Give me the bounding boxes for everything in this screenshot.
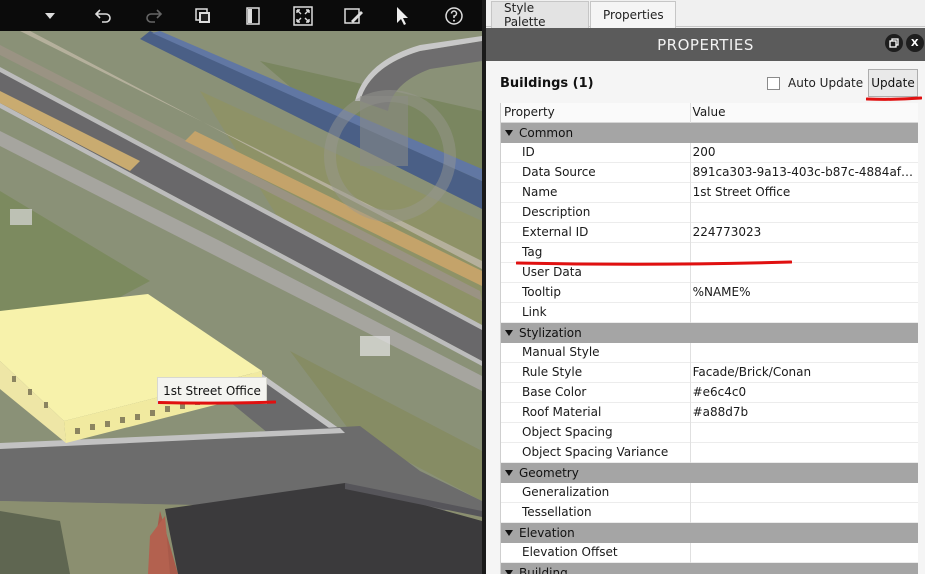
property-name: Manual Style <box>501 343 691 363</box>
property-row-tessellation[interactable]: Tessellation <box>501 503 918 523</box>
property-name: Tooltip <box>501 283 691 303</box>
property-name: Description <box>501 203 691 223</box>
map-viewport[interactable]: 1st Street Office <box>0 0 482 574</box>
property-value[interactable]: %NAME% <box>691 283 918 303</box>
collapse-triangle-icon[interactable] <box>505 330 513 336</box>
update-button[interactable]: Update <box>868 69 918 97</box>
checkbox-box[interactable] <box>767 76 780 90</box>
property-row-tooltip[interactable]: Tooltip %NAME% <box>501 283 918 303</box>
category-label: Building <box>519 566 568 574</box>
property-name: External ID <box>501 223 691 243</box>
category-stylization[interactable]: Stylization <box>501 323 918 343</box>
property-value[interactable] <box>691 483 918 503</box>
auto-update-checkbox[interactable]: Auto Update <box>767 76 863 90</box>
property-row-link[interactable]: Link <box>501 303 918 323</box>
edit-shape-icon[interactable] <box>341 3 367 29</box>
category-label: Geometry <box>519 466 579 480</box>
property-row-rule-style[interactable]: Rule Style Facade/Brick/Conan <box>501 363 918 383</box>
property-name: Link <box>501 303 691 323</box>
help-icon[interactable] <box>441 3 467 29</box>
category-geometry[interactable]: Geometry <box>501 463 918 483</box>
properties-panel: Style Palette Properties PROPERTIES X Bu… <box>486 0 925 574</box>
scene-3d[interactable] <box>0 31 482 574</box>
property-value[interactable] <box>691 303 918 323</box>
category-elevation[interactable]: Elevation <box>501 523 918 543</box>
property-row-roof-material[interactable]: Roof Material #a88d7b <box>501 403 918 423</box>
category-label: Common <box>519 126 574 140</box>
panel-title: PROPERTIES <box>657 35 754 54</box>
property-value[interactable] <box>691 343 918 363</box>
property-name: Tessellation <box>501 503 691 523</box>
property-row-manual-style[interactable]: Manual Style <box>501 343 918 363</box>
copy-icon[interactable] <box>190 3 216 29</box>
select-pointer-icon[interactable] <box>390 3 416 29</box>
annotation-underline <box>516 260 792 266</box>
property-value[interactable]: #a88d7b <box>691 403 918 423</box>
property-row-external-id[interactable]: External ID 224773023 <box>501 223 918 243</box>
property-value[interactable] <box>691 443 918 463</box>
fit-extent-icon[interactable] <box>290 3 316 29</box>
property-value[interactable]: #e6c4c0 <box>691 383 918 403</box>
grid-rows: Common ID 200 Data Source 891ca303-9a13-403c… <box>501 123 918 574</box>
property-value[interactable] <box>691 423 918 443</box>
property-row-object-spacing-variance[interactable]: Object Spacing Variance <box>501 443 918 463</box>
property-row-data-source[interactable]: Data Source 891ca303-9a13-403c-b87c-4884a… <box>501 163 918 183</box>
property-name: Roof Material <box>501 403 691 423</box>
property-name: Elevation Offset <box>501 543 691 563</box>
collapse-triangle-icon[interactable] <box>505 130 513 136</box>
property-name: Base Color <box>501 383 691 403</box>
property-name: Generalization <box>501 483 691 503</box>
panel-body: Buildings (1) Auto Update Update Propert… <box>486 61 925 574</box>
property-name: Rule Style <box>501 363 691 383</box>
property-value[interactable] <box>691 543 918 563</box>
viewport-toolbar <box>0 0 482 31</box>
property-value[interactable]: 891ca303-9a13-403c-b87c-4884af64... <box>691 163 918 183</box>
category-label: Elevation <box>519 526 575 540</box>
property-row-description[interactable]: Description <box>501 203 918 223</box>
tab-bar: Style Palette Properties <box>486 0 925 29</box>
property-name: Object Spacing <box>501 423 691 443</box>
property-row-id[interactable]: ID 200 <box>501 143 918 163</box>
property-row-name[interactable]: Name 1st Street Office <box>501 183 918 203</box>
close-icon[interactable]: X <box>906 34 924 52</box>
property-row-elevation-offset[interactable]: Elevation Offset <box>501 543 918 563</box>
category-building[interactable]: Building <box>501 563 918 574</box>
property-name: Object Spacing Variance <box>501 443 691 463</box>
annotation-underline <box>866 96 922 101</box>
property-row-object-spacing[interactable]: Object Spacing <box>501 423 918 443</box>
collapse-triangle-icon[interactable] <box>505 470 513 476</box>
property-name: Name <box>501 183 691 203</box>
undo-icon[interactable] <box>90 3 116 29</box>
property-value[interactable]: 1st Street Office <box>691 183 918 203</box>
dropdown-arrow-icon[interactable] <box>37 3 63 29</box>
property-grid: Property Value Common ID 200 Data Source 891… <box>500 103 918 574</box>
column-header-value[interactable]: Value <box>691 103 918 123</box>
property-value[interactable]: 200 <box>691 143 918 163</box>
annotation-underline <box>158 400 276 405</box>
category-label: Stylization <box>519 326 582 340</box>
property-value[interactable]: 224773023 <box>691 223 918 243</box>
property-name: ID <box>501 143 691 163</box>
property-name: Data Source <box>501 163 691 183</box>
tab-properties[interactable]: Properties <box>590 1 676 28</box>
category-common[interactable]: Common <box>501 123 918 143</box>
property-row-base-color[interactable]: Base Color #e6c4c0 <box>501 383 918 403</box>
restore-window-icon[interactable] <box>885 34 903 52</box>
collapse-triangle-icon[interactable] <box>505 530 513 536</box>
selection-title: Buildings (1) <box>500 76 594 91</box>
tab-style-palette[interactable]: Style Palette <box>491 1 589 29</box>
property-value[interactable]: Facade/Brick/Conan <box>691 363 918 383</box>
redo-icon[interactable] <box>141 3 167 29</box>
property-row-generalization[interactable]: Generalization <box>501 483 918 503</box>
auto-update-label: Auto Update <box>788 76 864 90</box>
grid-header: Property Value <box>501 103 918 123</box>
collapse-triangle-icon[interactable] <box>505 570 513 574</box>
panel-header: PROPERTIES X <box>486 28 925 61</box>
column-header-property[interactable]: Property <box>501 103 691 123</box>
panel-icon[interactable] <box>240 3 266 29</box>
property-value[interactable] <box>691 203 918 223</box>
property-value[interactable] <box>691 503 918 523</box>
